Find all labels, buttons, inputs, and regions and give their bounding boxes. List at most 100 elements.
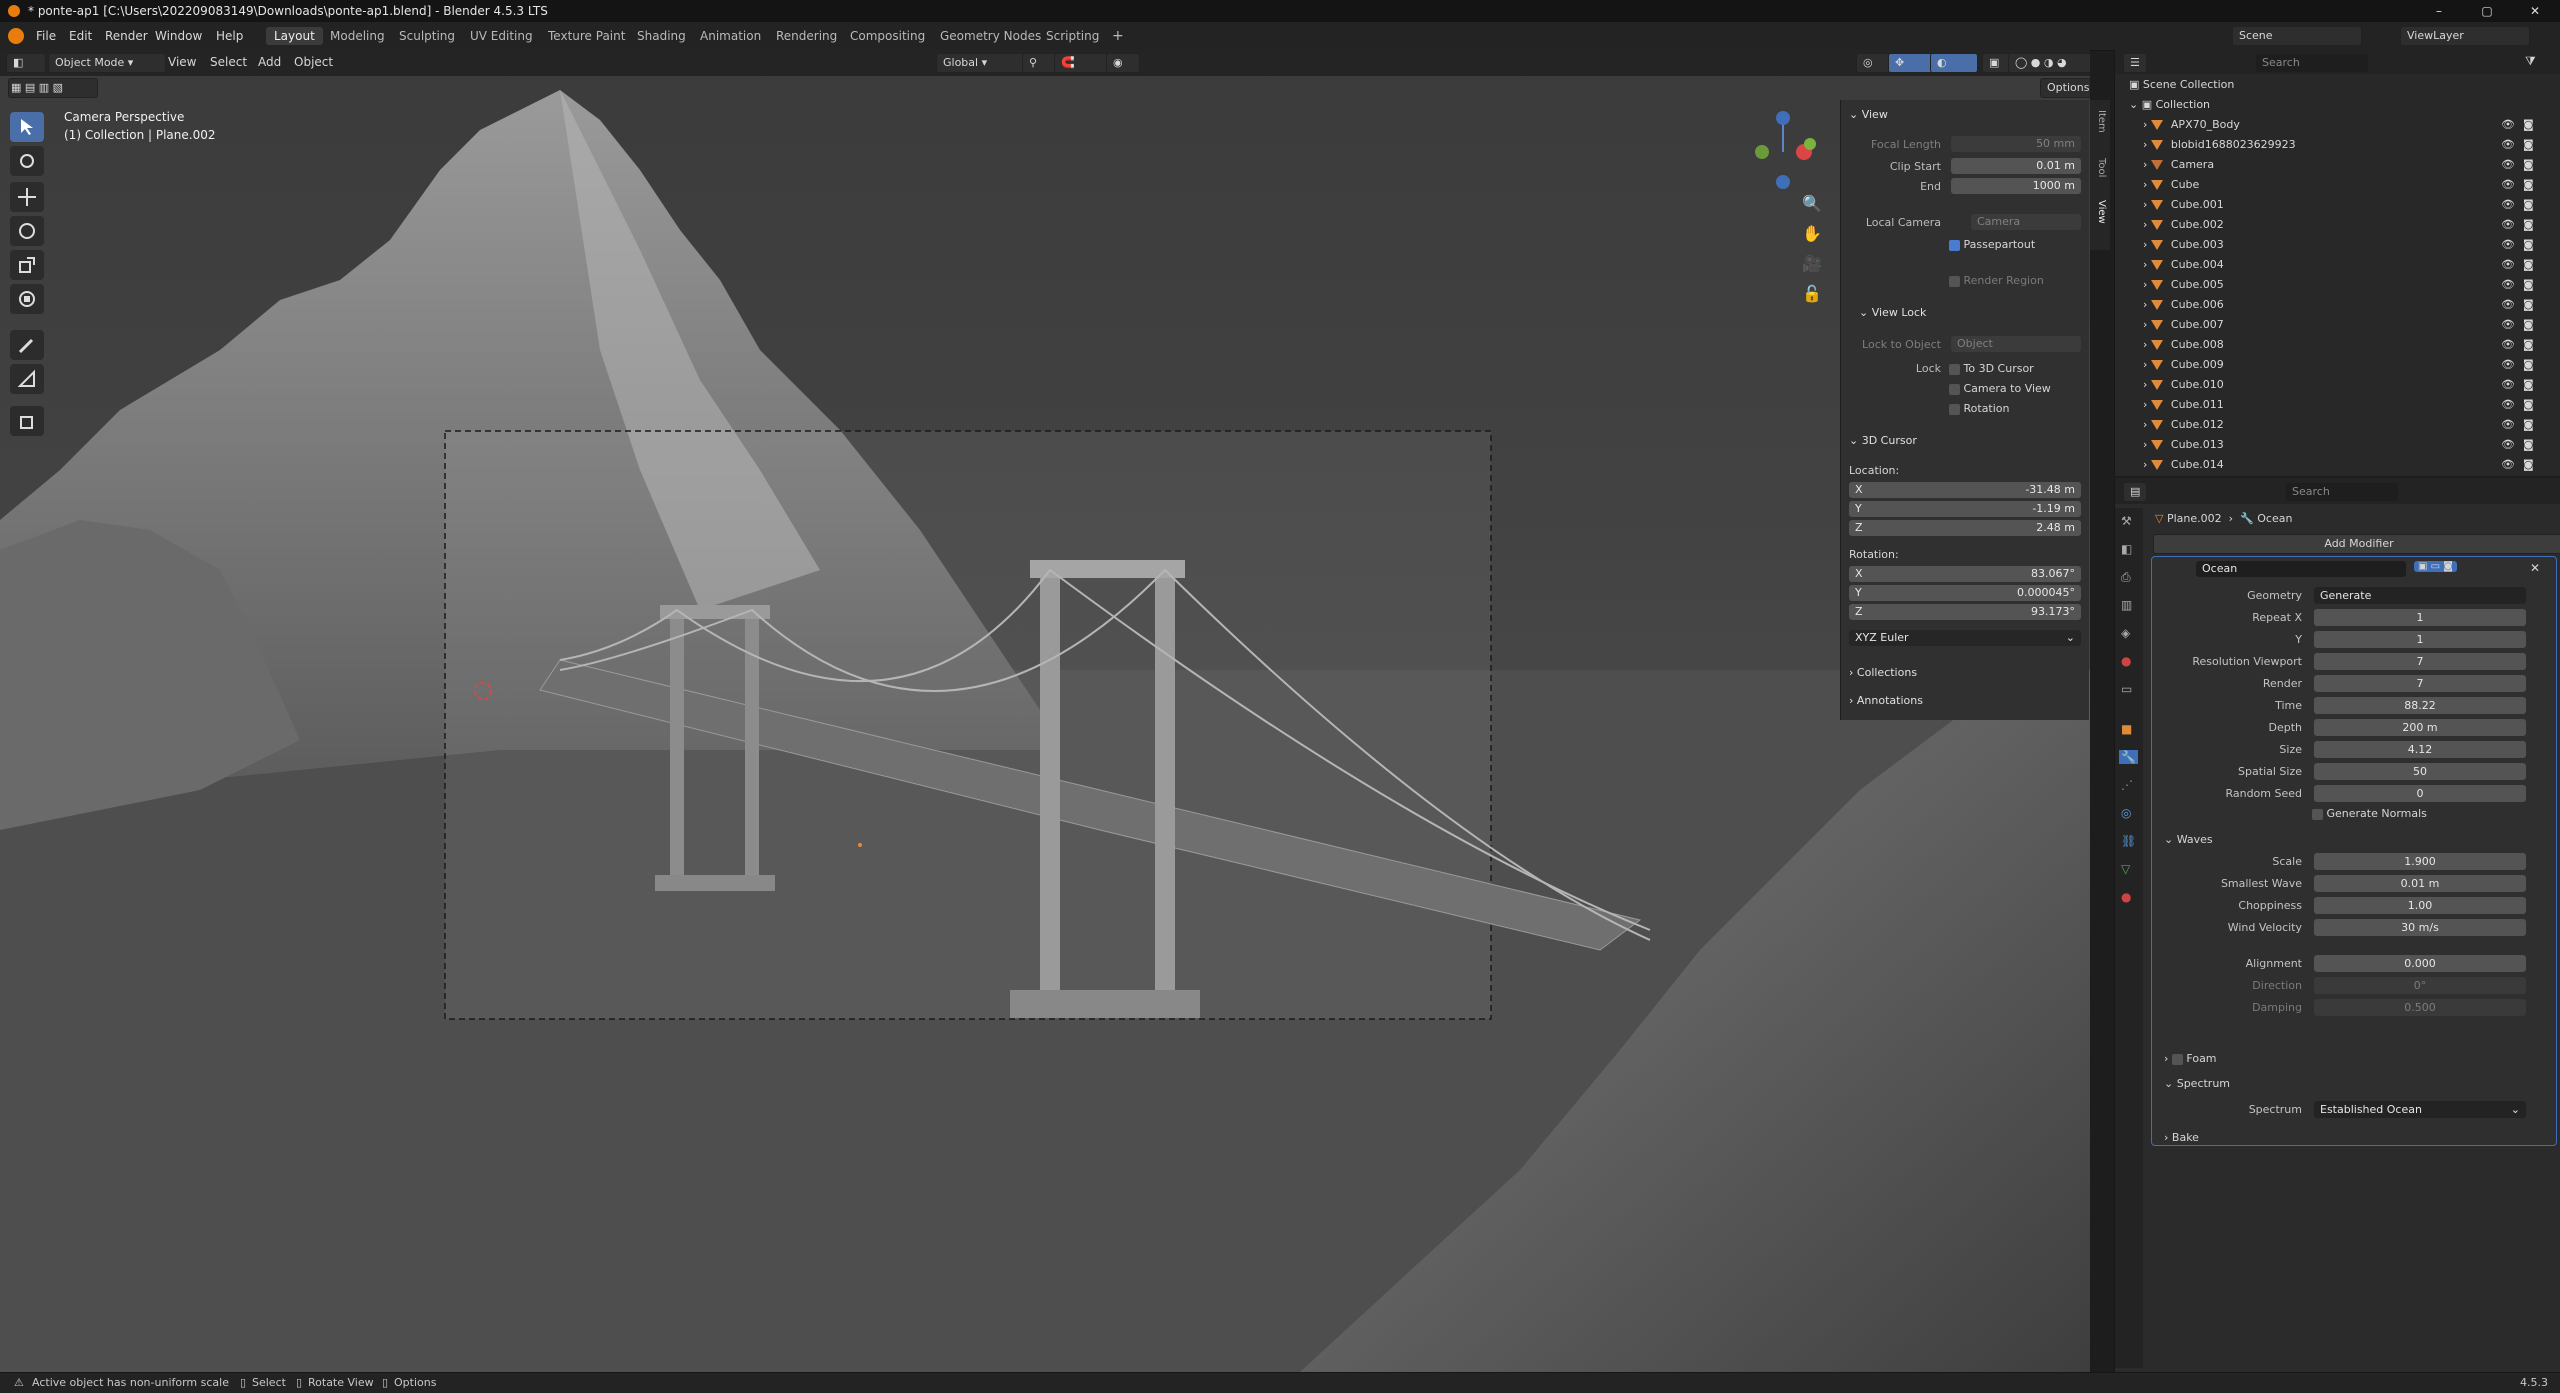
- field-value[interactable]: 1.900: [2314, 853, 2526, 870]
- cursor-rotation-y[interactable]: Y 0.000045°: [1849, 585, 2081, 601]
- selection-mode-icons[interactable]: ▦ ▤ ▥ ▧: [8, 78, 98, 98]
- options-button[interactable]: Options: [2040, 78, 2090, 98]
- annotate-tool[interactable]: [10, 330, 44, 360]
- cursor-tool[interactable]: [10, 146, 44, 176]
- render-region-checkbox[interactable]: Render Region: [1949, 274, 2044, 287]
- transform-tool[interactable]: [10, 284, 44, 314]
- field-value[interactable]: 0.500: [2314, 999, 2526, 1016]
- annotations-header[interactable]: › Annotations: [1849, 694, 1923, 707]
- menu-select[interactable]: Select: [210, 55, 247, 69]
- field-value[interactable]: 1.00: [2314, 897, 2526, 914]
- render-toggle-icon[interactable]: ◙: [2523, 178, 2534, 191]
- outliner-row[interactable]: › Cube.008 👁 ◙: [2143, 338, 2560, 358]
- add-workspace-icon[interactable]: +: [1104, 27, 1132, 45]
- render-tab-icon[interactable]: ◧: [2121, 542, 2132, 556]
- zoom-icon[interactable]: 🔍: [1802, 194, 1822, 213]
- tab-modeling[interactable]: Modeling: [322, 27, 393, 45]
- world-tab-icon[interactable]: ●: [2121, 654, 2131, 668]
- move-tool[interactable]: [10, 182, 44, 212]
- visibility-eye-icon[interactable]: 👁: [2501, 358, 2515, 371]
- visibility-eye-icon[interactable]: 👁: [2501, 398, 2515, 411]
- visibility-eye-icon[interactable]: 👁: [2501, 118, 2515, 131]
- outliner-row[interactable]: › Cube.004 👁 ◙: [2143, 258, 2560, 278]
- tool-tab-icon[interactable]: ⚒: [2121, 514, 2132, 528]
- editor-type-icon[interactable]: ◧: [6, 53, 46, 73]
- view-layer-tab-icon[interactable]: ▥: [2121, 598, 2132, 612]
- spectrum-header[interactable]: ⌄ Spectrum: [2164, 1077, 2230, 1090]
- local-camera-field[interactable]: Camera: [1971, 214, 2081, 230]
- render-toggle-icon[interactable]: ◙: [2523, 118, 2534, 131]
- tab-layout[interactable]: Layout: [266, 27, 323, 45]
- particles-tab-icon[interactable]: ⋰: [2121, 778, 2133, 792]
- render-toggle-icon[interactable]: ◙: [2523, 158, 2534, 171]
- tab-scripting[interactable]: Scripting: [1038, 27, 1107, 45]
- camera-view-icon[interactable]: 🎥: [1802, 254, 1822, 273]
- modifier-name-field[interactable]: Ocean: [2196, 561, 2406, 577]
- tab-uv-editing[interactable]: UV Editing: [462, 27, 541, 45]
- add-modifier-button[interactable]: Add Modifier: [2153, 534, 2560, 554]
- outliner-row[interactable]: › Camera 👁 ◙: [2143, 158, 2560, 178]
- field-value[interactable]: 7: [2314, 675, 2526, 692]
- object-tab-icon[interactable]: ■: [2121, 722, 2132, 736]
- data-tab-icon[interactable]: ▽: [2121, 862, 2130, 876]
- outliner-editor-icon[interactable]: ☰: [2123, 53, 2147, 73]
- field-value[interactable]: 0.000: [2314, 955, 2526, 972]
- render-toggle-icon[interactable]: ◙: [2523, 258, 2534, 271]
- menu-file[interactable]: File: [30, 27, 62, 45]
- view-section-header[interactable]: ⌄ View: [1849, 108, 1888, 121]
- cursor-location-x[interactable]: X -31.48 m: [1849, 482, 2081, 498]
- tab-shading[interactable]: Shading: [629, 27, 694, 45]
- tab-geometry-nodes[interactable]: Geometry Nodes: [932, 27, 1049, 45]
- cursor-rotation-z[interactable]: Z 93.173°: [1849, 604, 2081, 620]
- generate-normals-checkbox[interactable]: Generate Normals: [2312, 807, 2427, 820]
- field-value[interactable]: 7: [2314, 653, 2526, 670]
- outliner-row[interactable]: › Cube.013 👁 ◙: [2143, 438, 2560, 458]
- field-value[interactable]: 0: [2314, 785, 2526, 802]
- menu-view[interactable]: View: [168, 55, 196, 69]
- cursor-location-z[interactable]: Z 2.48 m: [1849, 520, 2081, 536]
- shading-modes[interactable]: ◯ ● ◑ ◕: [2008, 53, 2090, 73]
- rotation-mode-dropdown[interactable]: XYZ Euler ⌄: [1849, 630, 2081, 646]
- field-value[interactable]: 1: [2314, 631, 2526, 648]
- render-toggle-icon[interactable]: ◙: [2523, 318, 2534, 331]
- properties-search[interactable]: Search: [2285, 482, 2399, 502]
- visibility-eye-icon[interactable]: 👁: [2501, 418, 2515, 431]
- visibility-eye-icon[interactable]: 👁: [2501, 238, 2515, 251]
- measure-tool[interactable]: [10, 364, 44, 394]
- menu-render[interactable]: Render: [99, 27, 154, 45]
- outliner-row[interactable]: › Cube.010 👁 ◙: [2143, 378, 2560, 398]
- collection-row[interactable]: ⌄ ▣ Collection: [2129, 98, 2560, 118]
- select-box-tool[interactable]: [10, 112, 44, 142]
- field-value[interactable]: 0.01 m: [2314, 875, 2526, 892]
- modifier-close-icon[interactable]: ✕: [2530, 561, 2540, 575]
- tab-view[interactable]: View: [2093, 200, 2107, 224]
- field-value[interactable]: 0°: [2314, 977, 2526, 994]
- outliner-row[interactable]: › blobid1688023629923 👁 ◙: [2143, 138, 2560, 158]
- spectrum-dropdown[interactable]: Established Ocean ⌄: [2314, 1101, 2526, 1118]
- physics-tab-icon[interactable]: ◎: [2121, 806, 2131, 820]
- properties-editor-icon[interactable]: ▤: [2123, 482, 2148, 502]
- tab-compositing[interactable]: Compositing: [842, 27, 933, 45]
- render-toggle-icon[interactable]: ◙: [2523, 138, 2534, 151]
- outliner-row[interactable]: › Cube.012 👁 ◙: [2143, 418, 2560, 438]
- field-value[interactable]: 88.22: [2314, 697, 2526, 714]
- lock-to-object-field[interactable]: Object: [1951, 336, 2081, 352]
- render-toggle-icon[interactable]: ◙: [2523, 458, 2534, 471]
- 3d-cursor-header[interactable]: ⌄ 3D Cursor: [1849, 434, 1917, 447]
- render-toggle-icon[interactable]: ◙: [2523, 218, 2534, 231]
- field-value[interactable]: Generate: [2314, 587, 2526, 604]
- visibility-eye-icon[interactable]: 👁: [2501, 178, 2515, 191]
- render-toggle-icon[interactable]: ◙: [2523, 378, 2534, 391]
- gizmo-toggle-icon[interactable]: ✥: [1888, 53, 1936, 73]
- 3d-viewport[interactable]: ◧ Object Mode ▾ View Select Add Object G…: [0, 50, 2090, 1372]
- scene-selector[interactable]: Scene: [2232, 26, 2362, 46]
- transform-orientation[interactable]: Global ▾: [936, 53, 1026, 73]
- visibility-eye-icon[interactable]: 👁: [2501, 318, 2515, 331]
- modifier-tab-icon[interactable]: 🔧: [2119, 750, 2138, 764]
- menu-window[interactable]: Window: [149, 27, 208, 45]
- outliner-row[interactable]: › Cube.001 👁 ◙: [2143, 198, 2560, 218]
- filter-icon[interactable]: ⧩: [2525, 54, 2536, 69]
- snap-icon[interactable]: 🧲: [1054, 53, 1108, 73]
- render-toggle-icon[interactable]: ◙: [2523, 358, 2534, 371]
- outliner-row[interactable]: › Cube.006 👁 ◙: [2143, 298, 2560, 318]
